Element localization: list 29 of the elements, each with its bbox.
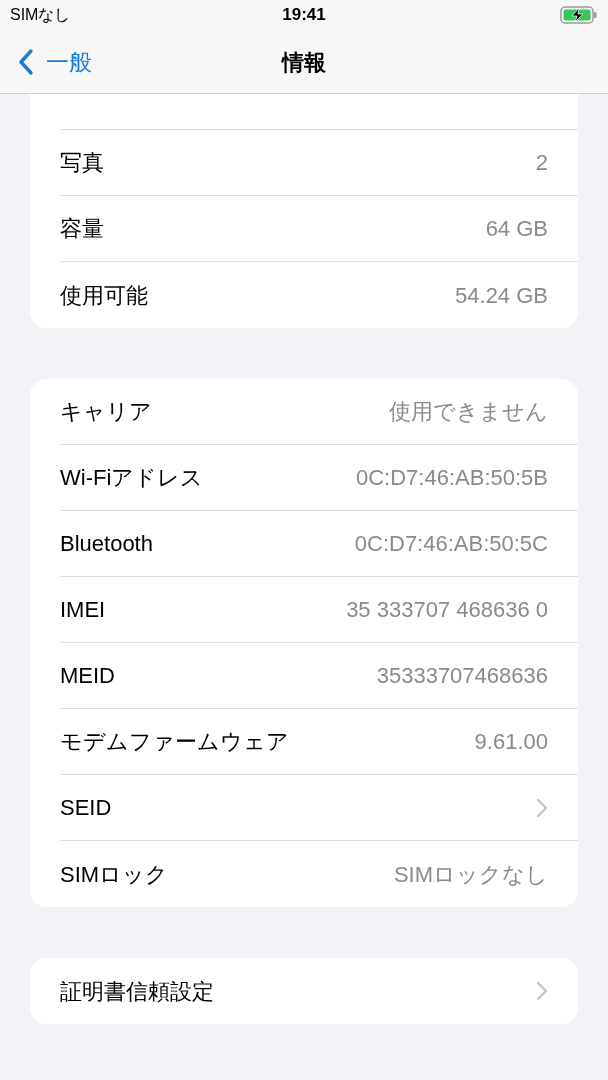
row-value: 54.24 GB xyxy=(455,281,548,310)
row-label: キャリア xyxy=(60,398,152,426)
carrier-text: SIMなし xyxy=(10,5,71,25)
row-value: SIMロックなし xyxy=(393,860,548,889)
row-value: 35333707468636 xyxy=(376,662,548,690)
row-label: 容量 xyxy=(60,215,104,243)
row-value: 使用できません xyxy=(389,398,548,426)
page-title: 情報 xyxy=(282,48,326,77)
chevron-left-icon xyxy=(18,48,34,76)
row-label: 証明書信頼設定 xyxy=(60,977,214,1006)
row-label: Bluetooth xyxy=(60,530,153,558)
row-value: 9.61.00 xyxy=(474,728,548,756)
chevron-right-icon xyxy=(536,981,548,1001)
row-label: MEID xyxy=(60,662,115,690)
row-value: 2 xyxy=(535,149,548,177)
row-value: 0C:D7:46:AB:50:5C xyxy=(354,530,548,558)
row-value: 0C:D7:46:AB:50:5B xyxy=(356,464,548,492)
back-button[interactable]: 一般 xyxy=(0,44,92,80)
row-label: Wi-Fiアドレス xyxy=(60,464,204,492)
row-label: モデムファームウェア xyxy=(60,728,289,756)
clock-text: 19:41 xyxy=(282,4,326,27)
row-value: 64 GB xyxy=(485,215,548,243)
row-label: 使用可能 xyxy=(60,281,148,310)
row-label: SIMロック xyxy=(60,860,169,889)
row-label: 写真 xyxy=(60,149,104,177)
chevron-right-icon xyxy=(536,797,548,818)
row-label: IMEI xyxy=(60,596,106,624)
row-value: 35 333707 468636 0 xyxy=(346,596,548,624)
row-label: SEID xyxy=(60,794,112,822)
